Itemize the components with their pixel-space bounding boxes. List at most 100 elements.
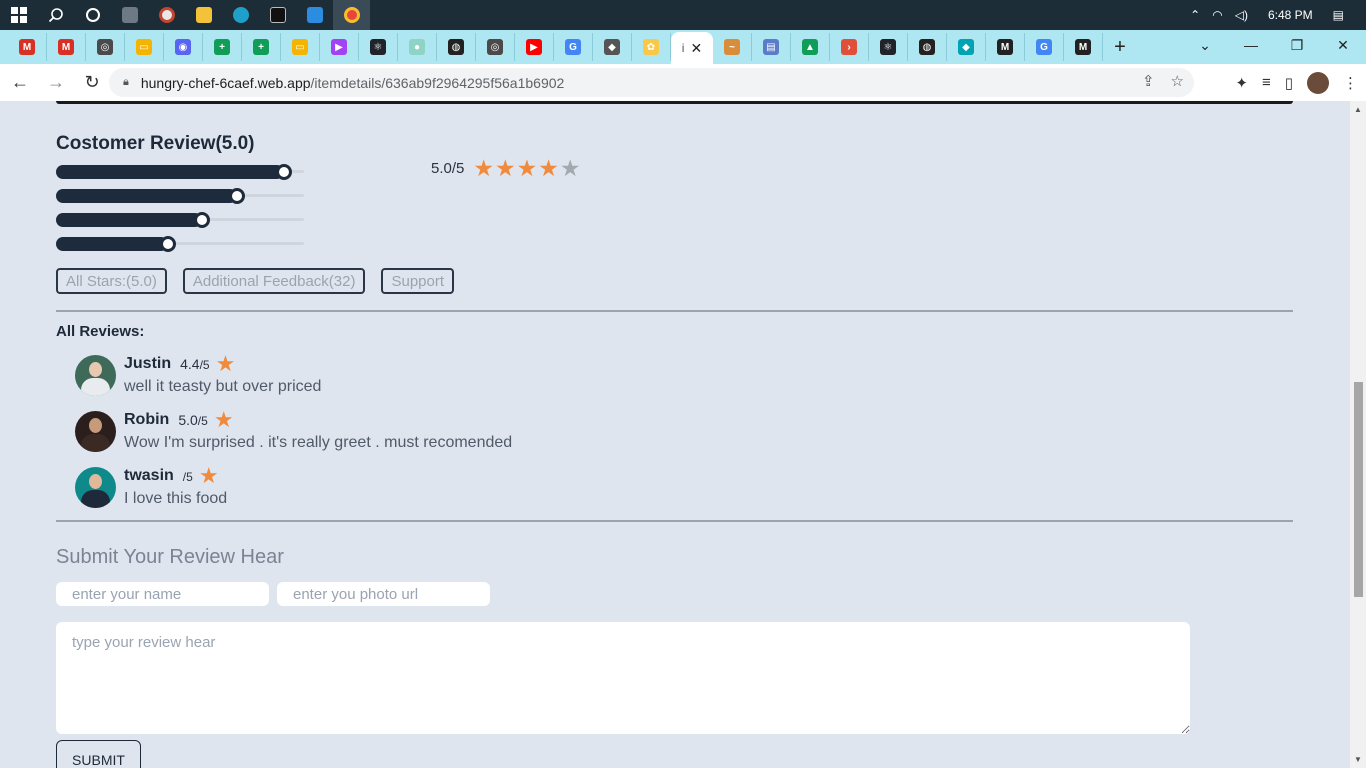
browser-tab[interactable]: M	[1064, 33, 1103, 61]
submit-review-title: Submit Your Review Hear	[56, 546, 284, 568]
forward-arrow-icon[interactable]: →	[40, 67, 72, 99]
browser-tab[interactable]: ◍	[908, 33, 947, 61]
menu-icon[interactable]: ⋮	[1343, 74, 1358, 92]
star-icon: ★	[215, 351, 236, 376]
new-tab-button[interactable]: +	[1103, 33, 1137, 61]
filter-additional-feedback-button[interactable]: Additional Feedback(32)	[182, 268, 366, 294]
globe-icon: ◍	[919, 39, 935, 55]
browser-tab[interactable]: ●	[398, 33, 437, 61]
browser-tab-strip: M M ◎ ▭ ◉ + + ▭ ▶ ⚛ ● ◍ ◎ ▶ G ◆ ✿ i ✕ ~ ▤ ▲ › ⚛ ◍ ◆ M G M + ⌄ — ❐ ✕	[0, 30, 1366, 64]
browser-tab[interactable]: M	[8, 33, 47, 61]
browser-tab[interactable]: ◎	[86, 33, 125, 61]
reload-icon[interactable]: ↻	[76, 67, 108, 99]
browser-tab[interactable]: ~	[713, 33, 752, 61]
name-input[interactable]	[56, 582, 269, 606]
calculator-icon[interactable]	[111, 0, 148, 30]
filter-support-button[interactable]: Support	[381, 268, 455, 294]
minimize-icon[interactable]: —	[1228, 37, 1274, 53]
profile-avatar[interactable]	[1307, 71, 1329, 94]
review-textarea[interactable]	[56, 622, 1190, 734]
browser-tab[interactable]: ◆	[593, 33, 632, 61]
edge-icon[interactable]	[222, 0, 259, 30]
customer-review-title: Costomer Review(5.0)	[56, 133, 255, 154]
address-bar[interactable]: 🔒︎ hungry-chef-6caef.web.app/itemdetails…	[109, 68, 1194, 97]
side-panel-icon[interactable]: ▯	[1285, 74, 1293, 92]
wifi-icon[interactable]: ◠	[1212, 8, 1222, 22]
tab-search-icon[interactable]: ⌄	[1182, 37, 1228, 54]
reviewer-name: Justin	[124, 355, 172, 372]
browser-tab[interactable]: G	[1025, 33, 1064, 61]
browser-tab[interactable]: G	[554, 33, 593, 61]
reviewer-rating: 4.4/5	[180, 356, 209, 372]
rating-suffix: /5	[197, 414, 208, 428]
submit-button[interactable]: SUBMIT	[56, 740, 141, 768]
restore-icon[interactable]: ❐	[1274, 37, 1320, 54]
star-icon: ★	[198, 463, 219, 488]
browser-tab[interactable]: ▤	[752, 33, 791, 61]
extensions-icon[interactable]: ✦	[1235, 74, 1248, 92]
rating-bar-fill	[56, 189, 238, 203]
rating-bar[interactable]	[56, 159, 304, 183]
browser-tab[interactable]: ›	[830, 33, 869, 61]
browser-tab[interactable]: ✿	[632, 33, 671, 61]
window-controls: ⌄ — ❐ ✕	[1182, 30, 1366, 60]
browser-tab[interactable]: ⚛	[869, 33, 908, 61]
volume-icon[interactable]: ◁)	[1235, 8, 1248, 22]
page-scrollbar[interactable]: ▲ ▼	[1350, 101, 1366, 768]
tab-active-favicon: i	[681, 41, 685, 55]
share-icon[interactable]: ⇪	[1142, 72, 1155, 90]
browser-tab[interactable]: ▶	[320, 33, 359, 61]
scrollbar-thumb[interactable]	[1354, 382, 1363, 597]
system-tray: ⌃ ◠ ◁) 6:48 PM ▤	[1184, 0, 1366, 30]
review-text: I love this food	[124, 490, 228, 507]
rating-suffix: /5	[199, 358, 210, 372]
browser-tab[interactable]: ▲	[791, 33, 830, 61]
rating-bar-knob[interactable]	[229, 188, 246, 204]
browser-tab[interactable]: ▭	[125, 33, 164, 61]
filter-all-stars-button[interactable]: All Stars:(5.0)	[56, 268, 167, 294]
scroll-up-icon[interactable]: ▲	[1354, 105, 1362, 114]
bookmark-star-icon[interactable]: ☆	[1171, 72, 1184, 90]
media-icon[interactable]	[148, 0, 185, 30]
rating-bar-knob[interactable]	[276, 164, 293, 180]
browser-tab[interactable]: ⚛	[359, 33, 398, 61]
browser-tab[interactable]: ◎	[476, 33, 515, 61]
photo-url-input[interactable]	[277, 582, 490, 606]
rating-bar[interactable]	[56, 183, 304, 207]
globe-icon: ◍	[448, 39, 464, 55]
tab-active[interactable]: i ✕	[671, 32, 713, 64]
rating-bar-knob[interactable]	[194, 212, 211, 228]
terminal-icon[interactable]	[259, 0, 296, 30]
media-queue-icon[interactable]: ≡	[1262, 74, 1271, 91]
slides-icon: ▭	[292, 39, 308, 55]
google-icon: G	[1036, 39, 1052, 55]
windows-start-icon[interactable]	[0, 0, 37, 30]
notification-icon[interactable]: ▤	[1333, 8, 1344, 22]
close-window-icon[interactable]: ✕	[1320, 37, 1366, 54]
browser-tab[interactable]: ▭	[281, 33, 320, 61]
browser-tab[interactable]: +	[203, 33, 242, 61]
chrome-icon[interactable]	[333, 0, 370, 30]
folder-icon[interactable]	[185, 0, 222, 30]
clock[interactable]: 6:48 PM	[1268, 8, 1313, 22]
browser-tab[interactable]: M	[47, 33, 86, 61]
vscode-icon[interactable]	[296, 0, 333, 30]
cortana-icon[interactable]	[74, 0, 111, 30]
rating-bar-knob[interactable]	[159, 236, 176, 252]
browser-tab[interactable]: +	[242, 33, 281, 61]
review-filters: All Stars:(5.0) Additional Feedback(32) …	[56, 268, 455, 294]
browser-tab[interactable]: M	[986, 33, 1025, 61]
search-icon[interactable]	[37, 0, 74, 30]
back-arrow-icon[interactable]: ←	[4, 67, 36, 99]
app-icon: ›	[841, 39, 857, 55]
browser-tab[interactable]: ◍	[437, 33, 476, 61]
browser-tab[interactable]: ◆	[947, 33, 986, 61]
scroll-down-icon[interactable]: ▼	[1354, 755, 1362, 764]
browser-tab[interactable]: ◉	[164, 33, 203, 61]
browser-tab[interactable]: ▶	[515, 33, 554, 61]
chevron-up-icon[interactable]: ⌃	[1190, 8, 1200, 22]
rating-bar[interactable]	[56, 207, 304, 231]
close-tab-icon[interactable]: ✕	[690, 40, 702, 57]
rating-bar[interactable]	[56, 231, 304, 255]
lock-icon[interactable]: 🔒︎	[123, 76, 129, 89]
